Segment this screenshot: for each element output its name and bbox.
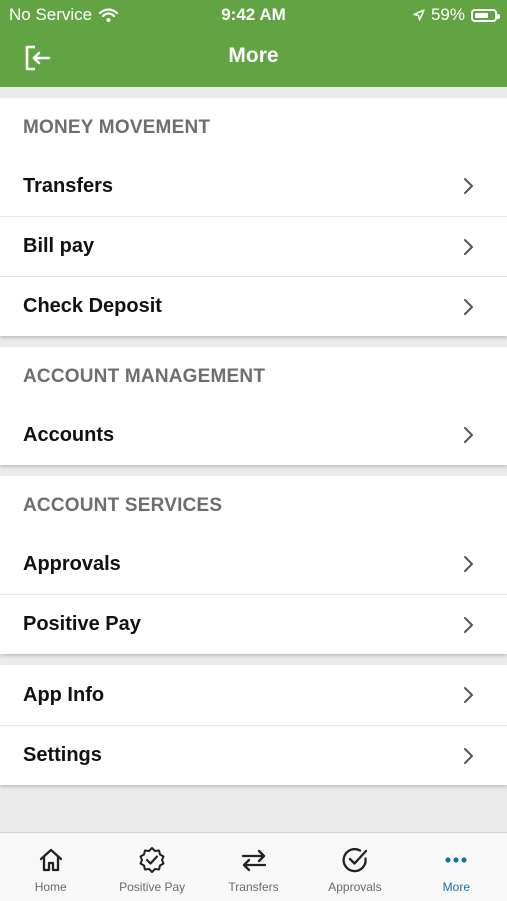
chevron-right-icon <box>464 427 473 443</box>
badge-check-icon <box>139 847 165 873</box>
menu-item-label: Approvals <box>23 552 121 575</box>
status-right: 59% <box>413 5 500 25</box>
battery-icon <box>471 8 500 22</box>
chevron-right-icon <box>464 556 473 572</box>
menu-item-settings[interactable]: Settings <box>0 725 507 785</box>
menu-item-positive-pay[interactable]: Positive Pay <box>0 594 507 654</box>
chevron-right-icon <box>464 687 473 703</box>
chevron-right-icon <box>464 239 473 255</box>
home-icon <box>39 848 62 872</box>
section-title: ACCOUNT MANAGEMENT <box>23 366 266 387</box>
battery-percent: 59% <box>430 5 465 24</box>
menu-item-label: Positive Pay <box>23 613 141 635</box>
menu-item-label: App Info <box>23 683 105 706</box>
tab-approvals[interactable]: Approvals <box>304 833 405 901</box>
chevron-right-icon <box>464 178 473 194</box>
menu-item-label: Check Deposit <box>23 295 162 317</box>
menu-item-check-deposit[interactable]: Check Deposit <box>0 276 507 336</box>
tab-label: Home <box>34 880 67 894</box>
menu-item-approvals[interactable]: Approvals <box>0 534 507 594</box>
page-title: More <box>228 44 279 67</box>
chevron-right-icon <box>464 299 473 315</box>
tab-more[interactable]: More <box>406 833 507 901</box>
tab-positive-pay[interactable]: Positive Pay <box>101 833 202 901</box>
chevron-right-icon <box>464 748 473 764</box>
app-header: No Service 9:42 AM 59% More <box>0 0 507 87</box>
menu-item-label: Accounts <box>23 423 115 446</box>
menu-item-bill-pay[interactable]: Bill pay <box>0 216 507 276</box>
tab-transfers[interactable]: Transfers <box>203 833 304 901</box>
section-title: ACCOUNT SERVICES <box>23 495 223 516</box>
menu-item-label: Bill pay <box>23 235 95 257</box>
section-account-management: ACCOUNT MANAGEMENT Accounts <box>0 347 507 465</box>
tab-bar: Home Positive Pay Transfers Approvals Mo… <box>0 832 507 901</box>
location-arrow-icon <box>413 9 425 21</box>
circle-check-icon <box>342 847 368 873</box>
swap-arrows-icon <box>241 849 266 872</box>
chevron-right-icon <box>464 617 473 633</box>
section-title: MONEY MOVEMENT <box>23 117 211 138</box>
menu-item-transfers[interactable]: Transfers <box>0 156 507 216</box>
section-other: App Info Settings <box>0 665 507 785</box>
more-dots-icon <box>445 857 467 863</box>
tab-label: Approvals <box>328 880 382 894</box>
section-account-services: ACCOUNT SERVICES Approvals Positive Pay <box>0 476 507 654</box>
menu-list: MONEY MOVEMENT Transfers Bill pay Check … <box>0 87 507 785</box>
menu-item-label: Settings <box>23 744 102 766</box>
section-money-movement: MONEY MOVEMENT Transfers Bill pay Check … <box>0 98 507 336</box>
tab-home[interactable]: Home <box>0 833 101 901</box>
menu-item-label: Transfers <box>23 174 114 197</box>
menu-item-accounts[interactable]: Accounts <box>0 405 507 465</box>
tab-label: Positive Pay <box>119 880 186 894</box>
tab-label: Transfers <box>228 880 279 894</box>
tab-label: More <box>442 880 470 894</box>
status-bar: No Service 9:42 AM 59% <box>0 0 507 30</box>
menu-item-app-info[interactable]: App Info <box>0 665 507 725</box>
